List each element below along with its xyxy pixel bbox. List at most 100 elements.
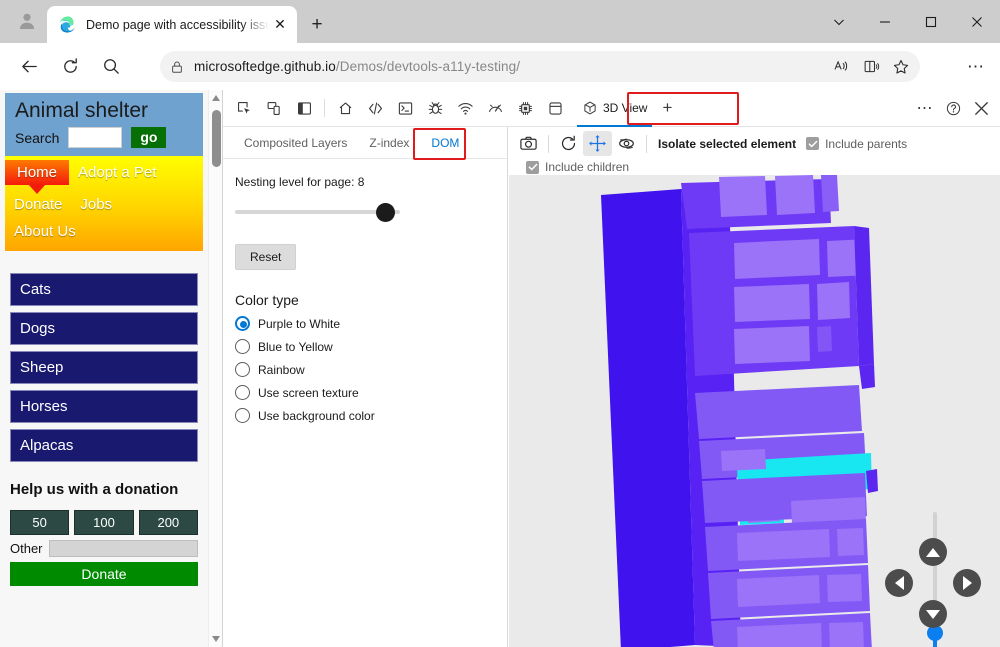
favorite-star-icon[interactable] bbox=[886, 53, 916, 80]
amount-button-200[interactable]: 200 bbox=[138, 510, 198, 535]
page-viewport: Animal shelter Search go Home Adopt a Pe… bbox=[0, 90, 222, 647]
address-bar[interactable]: microsoftedge.github.io/Demos/devtools-a… bbox=[160, 51, 920, 82]
scroll-down-icon[interactable] bbox=[209, 631, 222, 647]
tab-close-icon[interactable]: ✕ bbox=[269, 14, 291, 36]
go-button[interactable]: go bbox=[131, 127, 167, 148]
reset-button[interactable]: Reset bbox=[235, 244, 297, 270]
back-icon[interactable] bbox=[12, 50, 46, 84]
new-tab-button[interactable]: + bbox=[303, 11, 331, 39]
include-parents-checkbox[interactable]: Include parents bbox=[806, 137, 907, 151]
reset-view-icon[interactable] bbox=[554, 131, 583, 156]
browser-settings-more-button[interactable]: ⋯ bbox=[960, 51, 992, 82]
include-parents-label: Include parents bbox=[825, 136, 908, 151]
nav-link-about-us[interactable]: About Us bbox=[5, 220, 85, 243]
devtools-toolbar: 3D View + ⋯ bbox=[223, 90, 1000, 127]
scrollbar-thumb[interactable] bbox=[212, 110, 221, 167]
other-amount-row: Other bbox=[10, 540, 198, 557]
amount-button-100[interactable]: 100 bbox=[74, 510, 134, 535]
radio-label: Blue to Yellow bbox=[258, 339, 333, 354]
nesting-level-label: Nesting level for page: 8 bbox=[235, 175, 365, 189]
memory-icon[interactable] bbox=[510, 94, 540, 122]
radio-icon[interactable] bbox=[235, 385, 250, 400]
immersive-reader-icon[interactable] bbox=[856, 53, 886, 80]
include-children-checkbox[interactable]: Include children bbox=[526, 160, 629, 174]
radio-rainbow[interactable]: Rainbow bbox=[235, 362, 495, 377]
list-item[interactable]: Cats bbox=[10, 273, 198, 306]
page-scrollbar[interactable] bbox=[208, 90, 222, 647]
radio-use-screen-texture[interactable]: Use screen texture bbox=[235, 385, 495, 400]
profile-button[interactable] bbox=[8, 4, 46, 38]
nav-link-adopt-a-pet[interactable]: Adopt a Pet bbox=[69, 161, 165, 184]
tab-title: Demo page with accessibility issu bbox=[86, 17, 269, 32]
radio-use-background-color[interactable]: Use background color bbox=[235, 408, 495, 423]
rotate-right-button[interactable] bbox=[953, 569, 981, 597]
rotate-mode-icon[interactable] bbox=[612, 131, 641, 156]
tab-3d-view[interactable]: 3D View bbox=[575, 94, 654, 127]
tab-z-index[interactable]: Z-index bbox=[358, 127, 420, 158]
inspect-element-icon[interactable] bbox=[229, 94, 259, 122]
dock-side-icon[interactable] bbox=[289, 94, 319, 122]
list-item[interactable]: Sheep bbox=[10, 351, 198, 384]
performance-icon[interactable] bbox=[480, 94, 510, 122]
devtools-close-button[interactable] bbox=[967, 94, 995, 122]
device-emulation-icon[interactable] bbox=[259, 94, 289, 122]
site-header: Animal shelter Search go bbox=[5, 93, 203, 156]
debugger-icon[interactable] bbox=[420, 94, 450, 122]
radio-icon[interactable] bbox=[235, 339, 250, 354]
radio-blue-to-yellow[interactable]: Blue to Yellow bbox=[235, 339, 495, 354]
radio-icon[interactable] bbox=[235, 362, 250, 377]
radio-icon[interactable] bbox=[235, 316, 250, 331]
list-item[interactable]: Alpacas bbox=[10, 429, 198, 462]
nav-link-donate[interactable]: Donate bbox=[5, 193, 71, 216]
elements-icon[interactable] bbox=[360, 94, 390, 122]
url-host: microsoftedge.github.io bbox=[194, 59, 336, 74]
checkbox-icon[interactable] bbox=[806, 137, 820, 150]
console-icon[interactable] bbox=[390, 94, 420, 122]
pan-mode-icon[interactable] bbox=[583, 131, 612, 156]
network-icon[interactable] bbox=[450, 94, 480, 122]
nav-link-jobs[interactable]: Jobs bbox=[71, 193, 121, 216]
search-input[interactable] bbox=[68, 127, 123, 148]
camera-screenshot-icon[interactable] bbox=[514, 131, 543, 156]
home-icon[interactable] bbox=[330, 94, 360, 122]
tab-composited-layers[interactable]: Composited Layers bbox=[233, 127, 358, 158]
maximize-button[interactable] bbox=[908, 0, 954, 43]
donate-submit-button[interactable]: Donate bbox=[10, 562, 198, 586]
refresh-icon[interactable] bbox=[53, 50, 87, 84]
rotate-down-button[interactable] bbox=[919, 600, 947, 628]
rotate-up-button[interactable] bbox=[919, 538, 947, 566]
radio-purple-to-white[interactable]: Purple to White bbox=[235, 316, 495, 331]
url-text: microsoftedge.github.io/Demos/devtools-a… bbox=[194, 59, 520, 74]
rotate-left-button[interactable] bbox=[885, 569, 913, 597]
nesting-level-slider[interactable] bbox=[235, 203, 400, 222]
application-icon[interactable] bbox=[540, 94, 570, 122]
scroll-up-icon[interactable] bbox=[209, 90, 222, 106]
tab-actions-chevron-icon[interactable] bbox=[816, 0, 862, 43]
close-window-button[interactable] bbox=[954, 0, 1000, 43]
slider-thumb[interactable] bbox=[376, 203, 395, 222]
read-aloud-icon[interactable] bbox=[826, 53, 856, 80]
list-item[interactable]: Dogs bbox=[10, 312, 198, 345]
category-list: Cats Dogs Sheep Horses Alpacas bbox=[10, 273, 198, 462]
checkbox-icon[interactable] bbox=[526, 160, 539, 174]
window-controls bbox=[816, 0, 1000, 43]
omnibox-actions bbox=[826, 53, 916, 80]
color-type-heading: Color type bbox=[235, 292, 299, 308]
arrow-right-icon bbox=[962, 576, 972, 590]
add-panel-button[interactable]: + bbox=[654, 95, 680, 121]
radio-label: Use screen texture bbox=[258, 385, 359, 400]
devtools-more-button[interactable]: ⋯ bbox=[911, 94, 939, 122]
nav-link-home[interactable]: Home bbox=[5, 160, 70, 194]
amount-button-50[interactable]: 50 bbox=[10, 510, 70, 535]
nav-row-2: Donate Jobs bbox=[5, 193, 203, 216]
devtools-help-button[interactable] bbox=[939, 94, 967, 122]
list-item[interactable]: Horses bbox=[10, 390, 198, 423]
minimize-button[interactable] bbox=[862, 0, 908, 43]
radio-icon[interactable] bbox=[235, 408, 250, 423]
3d-view-canvas[interactable] bbox=[509, 175, 1000, 647]
tab-dom[interactable]: DOM bbox=[420, 127, 470, 158]
browser-tab[interactable]: Demo page with accessibility issu ✕ bbox=[47, 6, 297, 43]
devtools-panel: 3D View + ⋯ Composited Layers Z-index DO… bbox=[222, 90, 1000, 647]
search-icon[interactable] bbox=[94, 50, 128, 84]
other-amount-input[interactable] bbox=[48, 540, 198, 557]
